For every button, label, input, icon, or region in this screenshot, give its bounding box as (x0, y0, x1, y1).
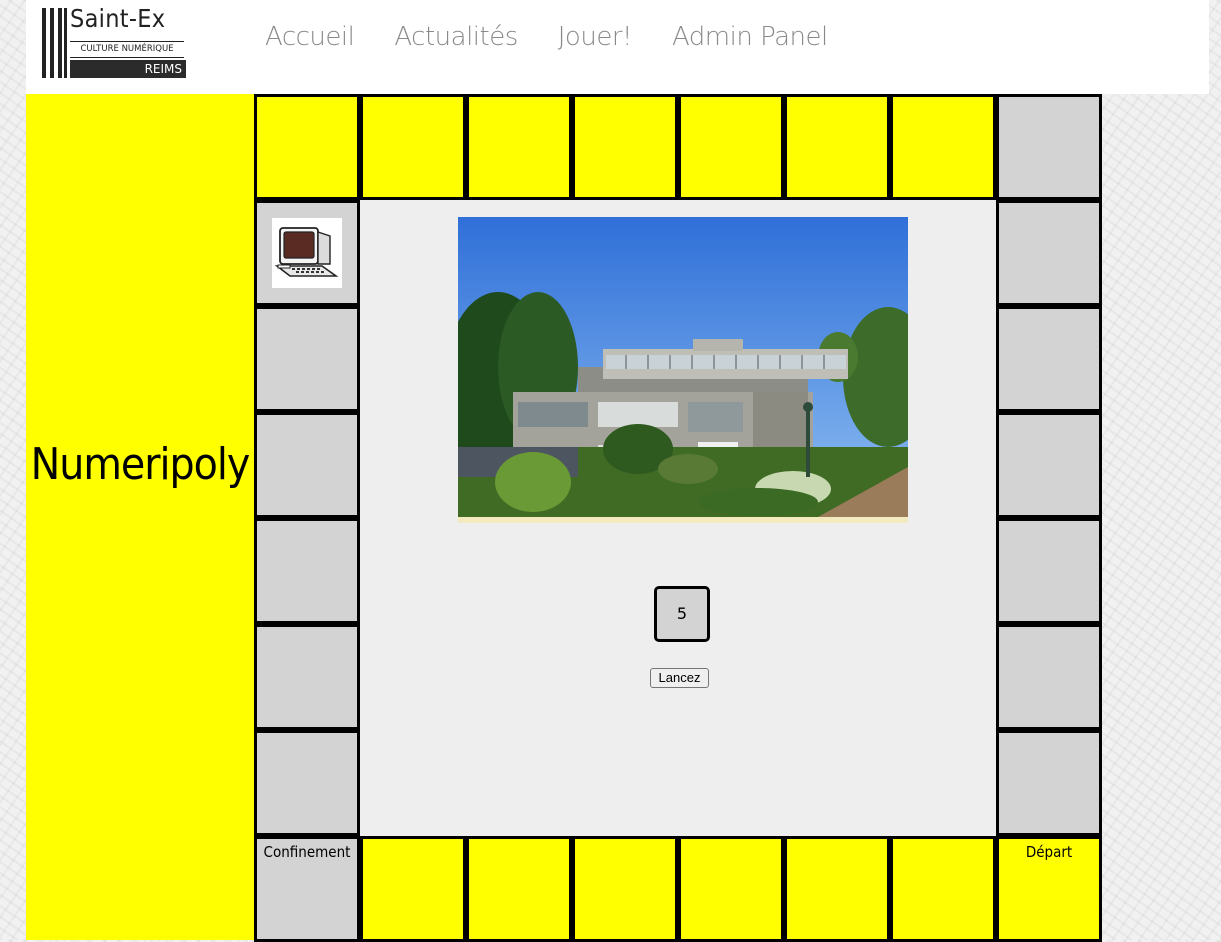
board-cell-bottom-3[interactable] (572, 836, 678, 942)
board-cell-right-3[interactable] (996, 412, 1102, 518)
computer-icon (272, 218, 342, 288)
board-cell-left-2[interactable] (254, 306, 360, 412)
logo-subtitle: CULTURE NUMÉRIQUE (70, 41, 184, 58)
logo-title: Saint-Ex (70, 4, 166, 33)
board-cell-bottom-6[interactable] (890, 836, 996, 942)
board-cell-left-3[interactable] (254, 412, 360, 518)
board-cell-left-6[interactable] (254, 730, 360, 836)
board-cell-bottom-2[interactable] (466, 836, 572, 942)
board-cell-top-5[interactable] (678, 94, 784, 200)
board-cell-top-1[interactable] (254, 94, 360, 200)
board-cell-top-4[interactable] (572, 94, 678, 200)
board-cell-right-6[interactable] (996, 730, 1102, 836)
board-cell-top-3[interactable] (466, 94, 572, 200)
saint-ex-logo[interactable]: Saint-Ex CULTURE NUMÉRIQUE REIMS (42, 4, 186, 78)
board-corner-top-right[interactable] (996, 94, 1102, 200)
roll-dice-button[interactable]: Lancez (650, 668, 709, 688)
nav-actualites[interactable]: Actualités (394, 22, 518, 52)
dice-display: 5 (654, 586, 710, 642)
board-cell-right-2[interactable] (996, 306, 1102, 412)
board-cell-left-1[interactable] (254, 200, 360, 306)
board-cell-left-4[interactable] (254, 518, 360, 624)
board-cell-top-6[interactable] (784, 94, 890, 200)
confinement-label: Confinement (263, 843, 351, 861)
board-cell-bottom-5[interactable] (784, 836, 890, 942)
game-sidebar: Numeripoly (26, 94, 254, 940)
board-cell-top-7[interactable] (890, 94, 996, 200)
game-title: Numeripoly (30, 439, 251, 490)
depart-label: Départ (1025, 843, 1073, 861)
header: Saint-Ex CULTURE NUMÉRIQUE REIMS Accueil… (26, 0, 1209, 94)
board-cell-right-1[interactable] (996, 200, 1102, 306)
logo-city: REIMS (70, 60, 186, 78)
board-corner-confinement[interactable]: Confinement (254, 836, 360, 942)
game-board: Confinement Départ 5 Lancez (254, 94, 1102, 942)
board-cell-right-5[interactable] (996, 624, 1102, 730)
nav-accueil[interactable]: Accueil (265, 22, 355, 52)
nav-admin-panel[interactable]: Admin Panel (672, 22, 828, 52)
main-nav: Accueil Actualités Jouer! Admin Panel (265, 22, 868, 52)
board-cell-left-5[interactable] (254, 624, 360, 730)
board-cell-top-2[interactable] (360, 94, 466, 200)
nav-jouer[interactable]: Jouer! (558, 22, 633, 52)
logo-bars-icon (42, 8, 68, 78)
board-corner-depart[interactable]: Départ (996, 836, 1102, 942)
board-cell-bottom-4[interactable] (678, 836, 784, 942)
board-cell-right-4[interactable] (996, 518, 1102, 624)
board-cell-bottom-1[interactable] (360, 836, 466, 942)
board-center: 5 Lancez (360, 200, 996, 836)
saint-ex-building-photo (458, 217, 908, 523)
